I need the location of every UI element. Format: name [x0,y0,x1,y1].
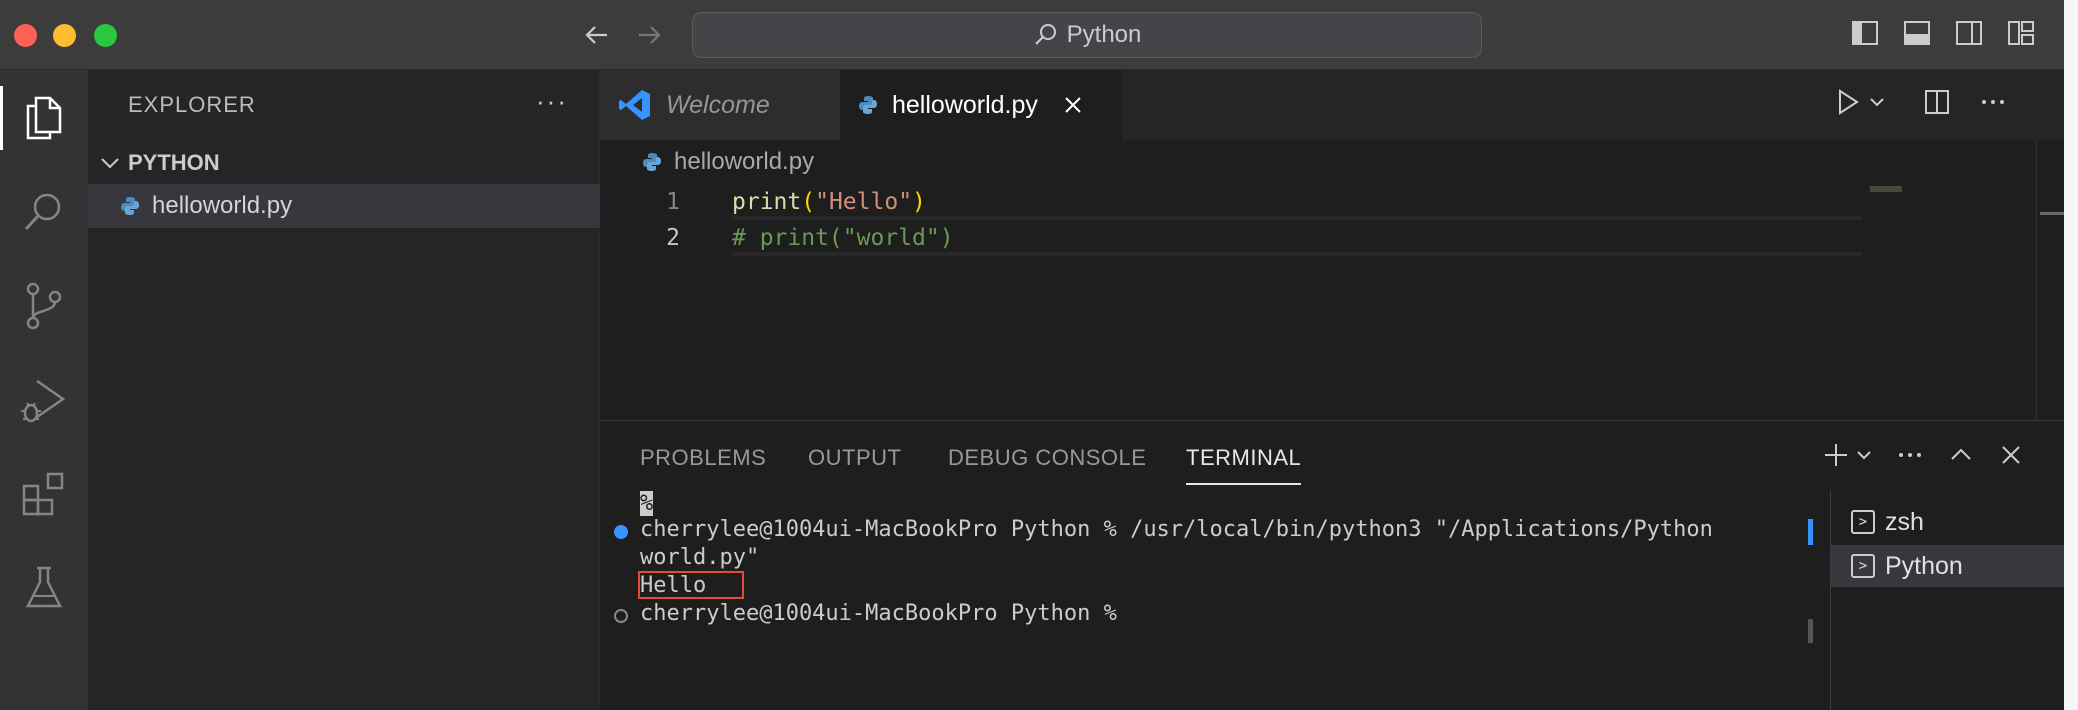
highlight-box [638,571,744,599]
maximize-window-button[interactable] [94,24,117,47]
current-line-highlight [732,252,1862,256]
code-text: # print("world") [732,225,954,251]
customize-layout-icon[interactable] [2006,18,2036,48]
explorer-sidebar: EXPLORER ··· PYTHON helloworld.py [88,70,600,710]
explorer-more-actions[interactable]: ··· [536,86,568,117]
close-icon[interactable] [1062,94,1084,116]
toggle-sidebar-icon[interactable] [1850,18,1880,48]
search-text: Python [1066,21,1142,48]
terminal-icon: > [1851,554,1875,578]
terminal-line: cherrylee@1004ui-MacBookPro Python % /us… [640,517,1713,542]
close-window-button[interactable] [14,24,37,47]
tab-welcome[interactable]: Welcome [600,70,840,140]
add-terminal-icon[interactable] [1822,441,1850,469]
terminal-line: cherrylee@1004ui-MacBookPro Python % [640,601,1117,626]
current-line-highlight [732,216,1862,220]
chevron-down-icon[interactable] [1869,94,1885,110]
line-number: 2 [666,225,680,251]
breadcrumb[interactable]: helloworld.py [642,148,814,176]
terminal-line: world.py" [640,545,760,570]
terminal-scroll-marker [1808,619,1813,643]
testing-flask-icon[interactable] [0,548,88,628]
command-success-dot[interactable] [614,525,628,539]
forward-arrow-icon[interactable] [632,18,666,52]
run-icon[interactable] [1835,88,1861,116]
python-file-icon [643,153,661,171]
terminal-session-list: > zsh > Python [1830,491,2078,710]
folder-python[interactable]: PYTHON [88,146,600,180]
terminal-session-zsh[interactable]: > zsh [1831,501,2078,543]
extensions-icon[interactable] [0,454,88,534]
tab-debug-console[interactable]: DEBUG CONSOLE [948,445,1146,471]
toggle-secondary-sidebar-icon[interactable] [1954,18,1984,48]
maximize-panel-icon[interactable] [1948,442,1974,468]
explorer-title: EXPLORER [128,92,256,117]
chevron-down-icon [101,158,119,169]
toggle-panel-icon[interactable] [1902,18,1932,48]
more-actions-icon[interactable] [1896,441,1924,469]
breadcrumb-file: helloworld.py [674,148,815,175]
split-editor-icon[interactable] [1923,88,1951,116]
search-icon [1034,24,1056,45]
python-file-icon [859,96,877,114]
title-bar: Python [0,0,2078,70]
source-control-icon[interactable] [0,266,88,346]
tab-output[interactable]: OUTPUT [808,445,901,471]
code-text: print("Hello") [732,189,926,215]
terminal-session-label: Python [1885,551,1963,580]
folder-label: PYTHON [128,150,220,175]
bottom-panel: PROBLEMS OUTPUT DEBUG CONSOLE TERMINAL %… [600,420,2078,710]
run-and-debug-icon[interactable] [0,360,88,440]
terminal-scroll-marker [1808,519,1813,545]
tab-problems[interactable]: PROBLEMS [640,445,766,471]
activity-bar [0,70,88,710]
minimap[interactable] [1870,186,1902,192]
tab-welcome-label: Welcome [666,90,770,119]
more-actions-icon[interactable] [1979,88,2007,116]
tab-helloworld[interactable]: helloworld.py [840,70,1122,140]
back-arrow-icon[interactable] [580,18,614,52]
terminal-output[interactable]: % cherrylee@1004ui-MacBookPro Python % /… [600,491,1830,710]
explorer-icon[interactable] [0,78,88,158]
chevron-down-icon[interactable] [1856,447,1872,463]
tab-terminal[interactable]: TERMINAL [1186,445,1302,485]
tab-helloworld-label: helloworld.py [892,90,1038,119]
window-edge [2064,0,2078,710]
file-label: helloworld.py [152,192,293,219]
code-editor[interactable]: helloworld.py 1 print("Hello") 2 # print… [600,140,2078,420]
command-center-search[interactable]: Python [692,12,1482,58]
python-file-icon [121,197,139,215]
minimize-window-button[interactable] [53,24,76,47]
terminal-session-label: zsh [1885,507,1924,536]
terminal-prompt-marker: % [640,491,654,516]
close-panel-icon[interactable] [1998,442,2024,468]
code-line-1[interactable]: 1 print("Hello") [600,184,1860,220]
line-number: 1 [666,189,680,215]
terminal-session-python[interactable]: > Python [1831,545,2078,587]
scrollbar-thumb[interactable] [2040,212,2066,215]
vscode-logo-icon [619,90,650,120]
editor-tabs: Welcome helloworld.py [600,70,2078,140]
code-line-2[interactable]: 2 # print("world") [600,220,1860,256]
file-item-helloworld[interactable]: helloworld.py [88,184,600,228]
terminal-icon: > [1851,510,1875,534]
command-pending-dot[interactable] [614,609,628,623]
search-icon[interactable] [0,172,88,252]
